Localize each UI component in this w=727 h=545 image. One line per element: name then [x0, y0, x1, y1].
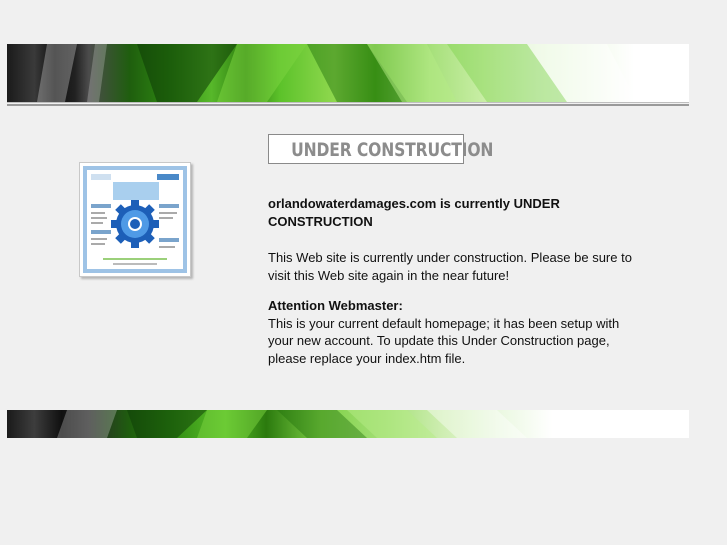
attention-body: This is your current default homepage; i…	[268, 315, 620, 366]
page: UNDER CONSTRUCTION orlandowaterdamages.c…	[0, 0, 727, 545]
thumbnail-frame	[83, 166, 187, 273]
website-thumbnail	[79, 162, 191, 277]
footer-streaks	[57, 410, 527, 438]
under-construction-badge: UNDER CONSTRUCTION	[268, 134, 493, 164]
attention-title: Attention Webmaster:	[268, 298, 403, 313]
lead-text: orlandowaterdamages.com is currently UND…	[268, 196, 560, 229]
website-gear-icon	[87, 170, 183, 269]
main-content: orlandowaterdamages.com is currently UND…	[268, 195, 648, 367]
badge-label: UNDER CONSTRUCTION	[291, 139, 494, 161]
banner-streaks	[37, 44, 637, 102]
header-rule-light	[7, 102, 689, 103]
footer-banner	[7, 410, 689, 438]
header-rule-dark	[7, 104, 689, 106]
info-paragraph: This Web site is currently under constru…	[268, 250, 632, 283]
header-banner	[7, 44, 689, 102]
